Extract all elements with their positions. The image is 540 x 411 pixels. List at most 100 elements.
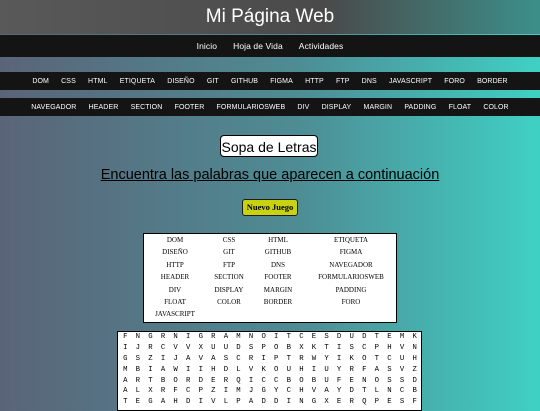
- grid-cell[interactable]: P: [371, 343, 384, 354]
- grid-cell[interactable]: M: [119, 364, 132, 375]
- grid-cell[interactable]: L: [232, 364, 245, 375]
- grid-cell[interactable]: C: [295, 332, 308, 343]
- grid-cell[interactable]: C: [270, 375, 283, 386]
- grid-cell[interactable]: U: [345, 332, 358, 343]
- grid-cell[interactable]: Y: [333, 364, 346, 375]
- grid-cell[interactable]: E: [383, 397, 396, 408]
- grid-cell[interactable]: J: [169, 354, 182, 365]
- grid-cell[interactable]: M: [232, 332, 245, 343]
- grid-cell[interactable]: A: [371, 364, 384, 375]
- topic-link-html[interactable]: HTML: [82, 78, 114, 85]
- topic-link-section[interactable]: SECTION: [124, 104, 168, 111]
- grid-cell[interactable]: T: [283, 354, 296, 365]
- grid-cell[interactable]: E: [207, 375, 220, 386]
- topic-link-http[interactable]: HTTP: [299, 78, 330, 85]
- grid-cell[interactable]: Q: [358, 397, 371, 408]
- grid-cell[interactable]: D: [345, 386, 358, 397]
- grid-cell[interactable]: C: [383, 354, 396, 365]
- grid-cell[interactable]: K: [345, 354, 358, 365]
- grid-cell[interactable]: M: [396, 332, 409, 343]
- grid-cell[interactable]: O: [169, 375, 182, 386]
- grid-cell[interactable]: V: [245, 364, 258, 375]
- grid-cell[interactable]: R: [144, 343, 157, 354]
- grid-cell[interactable]: K: [308, 343, 321, 354]
- grid-cell[interactable]: I: [257, 354, 270, 365]
- grid-cell[interactable]: U: [220, 343, 233, 354]
- grid-cell[interactable]: D: [358, 332, 371, 343]
- nav-link-actividades[interactable]: Actividades: [291, 41, 352, 51]
- grid-cell[interactable]: C: [396, 386, 409, 397]
- grid-cell[interactable]: T: [320, 343, 333, 354]
- topic-link-github[interactable]: GITHUB: [225, 78, 264, 85]
- topic-link-color[interactable]: COLOR: [477, 104, 515, 111]
- grid-cell[interactable]: R: [132, 375, 145, 386]
- grid-cell[interactable]: N: [169, 332, 182, 343]
- grid-cell[interactable]: Z: [207, 386, 220, 397]
- grid-cell[interactable]: T: [283, 332, 296, 343]
- grid-cell[interactable]: R: [295, 354, 308, 365]
- grid-cell[interactable]: J: [132, 343, 145, 354]
- grid-cell[interactable]: D: [270, 397, 283, 408]
- grid-cell[interactable]: V: [308, 386, 321, 397]
- grid-cell[interactable]: E: [383, 332, 396, 343]
- grid-cell[interactable]: L: [220, 397, 233, 408]
- grid-cell[interactable]: D: [194, 375, 207, 386]
- grid-cell[interactable]: A: [207, 354, 220, 365]
- grid-cell[interactable]: W: [308, 354, 321, 365]
- grid-cell[interactable]: H: [295, 364, 308, 375]
- grid-cell[interactable]: B: [408, 386, 421, 397]
- grid-cell[interactable]: T: [371, 354, 384, 365]
- grid-cell[interactable]: L: [371, 386, 384, 397]
- topic-link-ftp[interactable]: FTP: [330, 78, 356, 85]
- grid-cell[interactable]: I: [194, 364, 207, 375]
- grid-cell[interactable]: S: [345, 343, 358, 354]
- grid-cell[interactable]: A: [157, 364, 170, 375]
- grid-cell[interactable]: G: [194, 332, 207, 343]
- grid-cell[interactable]: S: [320, 332, 333, 343]
- grid-cell[interactable]: U: [207, 343, 220, 354]
- topic-link-dom[interactable]: DOM: [26, 78, 55, 85]
- grid-cell[interactable]: C: [257, 375, 270, 386]
- grid-cell[interactable]: S: [220, 354, 233, 365]
- grid-cell[interactable]: B: [283, 343, 296, 354]
- nav-link-hoja-de-vida[interactable]: Hoja de Vida: [225, 41, 291, 51]
- grid-cell[interactable]: A: [320, 386, 333, 397]
- grid-cell[interactable]: N: [132, 332, 145, 343]
- grid-cell[interactable]: T: [358, 386, 371, 397]
- topic-link-javascript[interactable]: JAVASCRIPT: [383, 78, 438, 85]
- topic-link-footer[interactable]: FOOTER: [168, 104, 210, 111]
- grid-cell[interactable]: T: [371, 332, 384, 343]
- topic-link-header[interactable]: HEADER: [83, 104, 125, 111]
- grid-cell[interactable]: K: [257, 364, 270, 375]
- grid-cell[interactable]: T: [144, 375, 157, 386]
- grid-cell[interactable]: F: [119, 332, 132, 343]
- grid-cell[interactable]: A: [119, 386, 132, 397]
- grid-cell[interactable]: V: [396, 364, 409, 375]
- grid-cell[interactable]: P: [371, 397, 384, 408]
- topic-link-diseño[interactable]: DISEÑO: [161, 78, 201, 85]
- grid-cell[interactable]: E: [333, 397, 346, 408]
- grid-cell[interactable]: I: [194, 397, 207, 408]
- grid-cell[interactable]: H: [408, 354, 421, 365]
- grid-cell[interactable]: B: [308, 375, 321, 386]
- grid-cell[interactable]: R: [345, 397, 358, 408]
- grid-cell[interactable]: U: [320, 364, 333, 375]
- grid-cell[interactable]: Y: [320, 354, 333, 365]
- grid-cell[interactable]: S: [383, 375, 396, 386]
- nav-link-inicio[interactable]: Inicio: [189, 41, 225, 51]
- grid-cell[interactable]: I: [333, 354, 346, 365]
- grid-cell[interactable]: G: [144, 332, 157, 343]
- topic-link-navegador[interactable]: NAVEGADOR: [25, 104, 82, 111]
- topic-link-css[interactable]: CSS: [55, 78, 82, 85]
- topic-link-div[interactable]: DIV: [291, 104, 315, 111]
- grid-cell[interactable]: R: [207, 332, 220, 343]
- grid-cell[interactable]: I: [182, 332, 195, 343]
- grid-cell[interactable]: A: [220, 332, 233, 343]
- grid-cell[interactable]: I: [144, 364, 157, 375]
- grid-cell[interactable]: S: [132, 354, 145, 365]
- grid-cell[interactable]: I: [333, 343, 346, 354]
- grid-cell[interactable]: G: [257, 386, 270, 397]
- grid-cell[interactable]: B: [283, 375, 296, 386]
- topic-link-float[interactable]: FLOAT: [442, 104, 477, 111]
- grid-cell[interactable]: O: [358, 354, 371, 365]
